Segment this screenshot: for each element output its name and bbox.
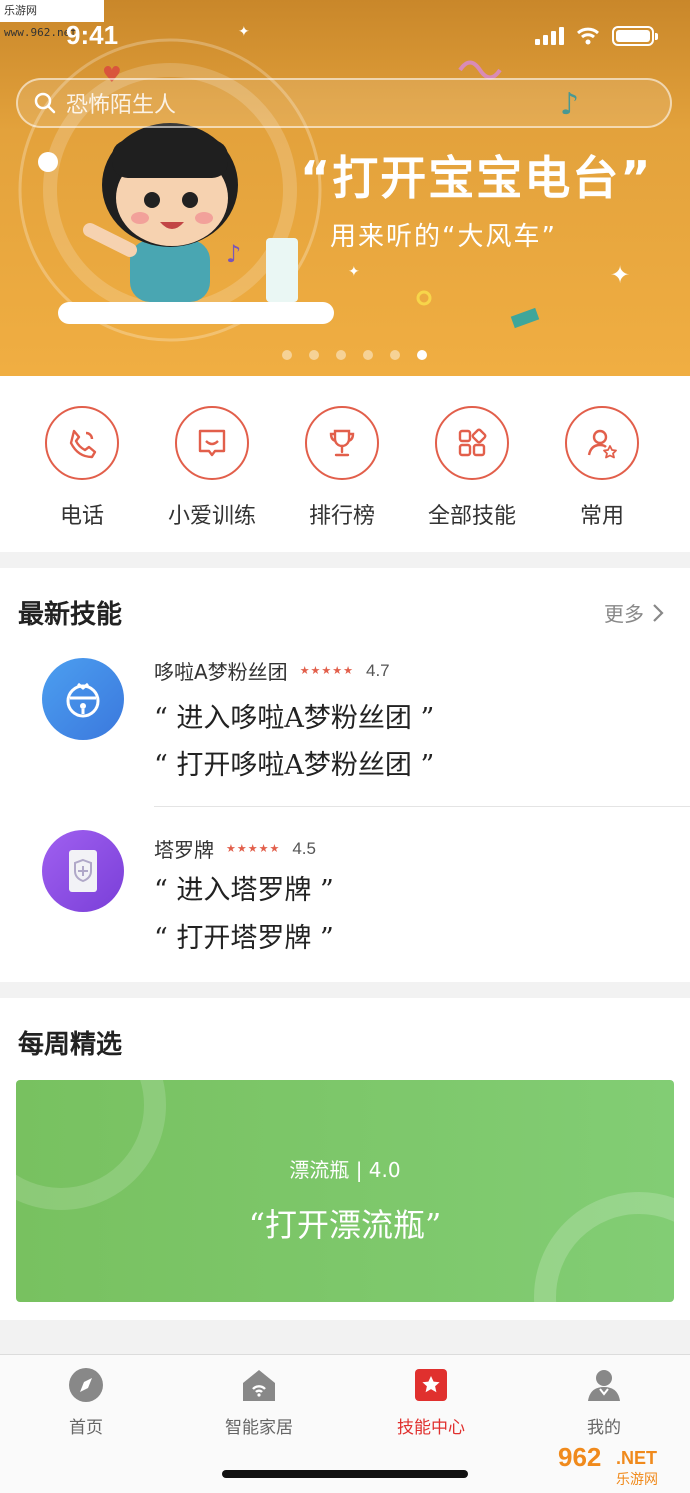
quick-action-label: 电话 [59, 504, 104, 529]
status-icons [535, 26, 658, 46]
card-icon [69, 850, 97, 892]
skill-item[interactable]: 哆啦A梦粉丝团 ★★★★★ 4.7 “ 进入哆啦A梦粉丝团 ” “ 打开哆啦A梦… [0, 658, 690, 808]
skill-name: 塔罗牌 [154, 838, 214, 862]
carousel-dots [282, 350, 427, 360]
quick-action-phone[interactable]: 电话 [17, 406, 147, 530]
site-logo: 962 .NET 乐游网 [554, 1440, 684, 1488]
chat-bubble-icon [198, 429, 226, 457]
svg-text:✦: ✦ [348, 264, 360, 280]
section-title: 最新技能 [18, 600, 123, 630]
divider [154, 806, 690, 807]
grid-icon [458, 428, 487, 457]
signal-icon [535, 27, 564, 45]
quick-action-training[interactable]: 小爱训练 [147, 406, 277, 530]
skill-rating: 4.5 [292, 838, 316, 858]
smart-home-icon [243, 1370, 275, 1401]
status-time: 9:41 [66, 20, 119, 50]
skill-utterance: “ 进入哆啦A梦粉丝团 ” [154, 703, 435, 734]
quick-action-label: 排行榜 [308, 504, 375, 529]
banner-subtitle: 用来听的“大风车” [330, 222, 557, 252]
battery-icon [612, 26, 658, 46]
tab-profile[interactable]: 我的 [539, 1367, 669, 1438]
watermark: 乐游网 www.962.net [0, 0, 104, 39]
section-title: 每周精选 [18, 1030, 123, 1060]
weekly-card[interactable]: 漂流瓶 | 4.0 “打开漂流瓶” [16, 1080, 674, 1302]
search-bar[interactable]: 恐怖陌生人 [16, 78, 672, 128]
rating-stars: ★★★★★ [226, 842, 281, 855]
skill-utterance: “ 打开塔罗牌 ” [154, 923, 334, 954]
skill-avatar [42, 658, 124, 740]
trophy-icon [329, 429, 355, 457]
bell-icon [66, 682, 100, 718]
card-quote: “打开漂流瓶” [248, 1206, 442, 1244]
search-icon [34, 92, 56, 114]
search-input[interactable]: 恐怖陌生人 [66, 87, 176, 119]
tab-label: 智能家居 [225, 1418, 293, 1438]
section-gap [0, 982, 690, 998]
more-label: 更多 [604, 602, 644, 626]
svg-text:乐游网: 乐游网 [616, 1472, 658, 1488]
tab-label: 我的 [587, 1418, 621, 1438]
latest-skills-section: 最新技能 更多 哆啦A梦粉丝团 ★★★★★ 4.7 “ 进入哆啦A梦粉丝团 ” … [0, 568, 690, 982]
carousel-dot-active[interactable] [417, 350, 427, 360]
wifi-icon [577, 27, 599, 45]
skill-name: 哆啦A梦粉丝团 [154, 660, 288, 684]
carousel-dot[interactable] [282, 350, 292, 360]
weekly-picks-section: 每周精选 漂流瓶 | 4.0 “打开漂流瓶” [0, 998, 690, 1320]
svg-text:♪: ♪ [226, 240, 241, 268]
tab-label: 首页 [69, 1418, 103, 1438]
card-meta: 漂流瓶 | 4.0 [289, 1158, 401, 1182]
svg-text:✦: ✦ [238, 24, 250, 40]
phone-icon [69, 429, 97, 459]
svg-text:.NET: .NET [616, 1448, 657, 1468]
svg-text:✦: ✦ [610, 261, 630, 289]
skill-utterance: “ 打开哆啦A梦粉丝团 ” [154, 750, 435, 781]
skill-name-row: 塔罗牌 ★★★★★ 4.5 [154, 834, 316, 863]
skill-name-row: 哆啦A梦粉丝团 ★★★★★ 4.7 [154, 656, 390, 685]
svg-text:962: 962 [558, 1442, 601, 1472]
user-star-icon [587, 429, 617, 459]
carousel-dot[interactable] [363, 350, 373, 360]
compass-icon [69, 1368, 103, 1402]
section-gap [0, 552, 690, 568]
tab-skill-center[interactable]: 技能中心 [366, 1367, 496, 1438]
carousel-dot[interactable] [309, 350, 319, 360]
card-decoration [16, 1080, 166, 1210]
quick-action-ranking[interactable]: 排行榜 [277, 406, 407, 530]
home-indicator[interactable] [222, 1470, 468, 1478]
hero-banner[interactable]: ✦ ✦ ✦ ♪ ♪ ♥ 乐游网 www.962.net 9:41 恐怖陌生人 “… [0, 0, 690, 376]
skill-star-icon [415, 1369, 447, 1401]
banner-shelf [58, 302, 334, 324]
tab-smart-home[interactable]: 智能家居 [194, 1367, 324, 1438]
quick-action-label: 常用 [579, 504, 624, 529]
more-link[interactable]: 更多 [604, 598, 664, 627]
section-gap [0, 1320, 690, 1354]
skill-utterance: “ 进入塔罗牌 ” [154, 875, 334, 906]
quick-action-all-skills[interactable]: 全部技能 [407, 406, 537, 530]
quick-action-label: 全部技能 [427, 504, 516, 529]
quick-action-favorites[interactable]: 常用 [537, 406, 667, 530]
tab-home[interactable]: 首页 [21, 1367, 151, 1438]
skill-item[interactable]: 塔罗牌 ★★★★★ 4.5 “ 进入塔罗牌 ” “ 打开塔罗牌 ” [0, 830, 690, 980]
carousel-dot[interactable] [336, 350, 346, 360]
tab-label: 技能中心 [397, 1418, 465, 1438]
quick-actions: 电话 小爱训练 排行榜 全部技能 常用 [0, 376, 690, 552]
rating-stars: ★★★★★ [299, 664, 354, 677]
skill-rating: 4.7 [366, 660, 390, 680]
quick-action-label: 小爱训练 [167, 504, 256, 529]
carousel-dot[interactable] [390, 350, 400, 360]
skill-avatar [42, 830, 124, 912]
chevron-right-icon [653, 603, 664, 622]
profile-icon [588, 1370, 620, 1401]
banner-title: “打开宝宝电台” [300, 151, 653, 205]
